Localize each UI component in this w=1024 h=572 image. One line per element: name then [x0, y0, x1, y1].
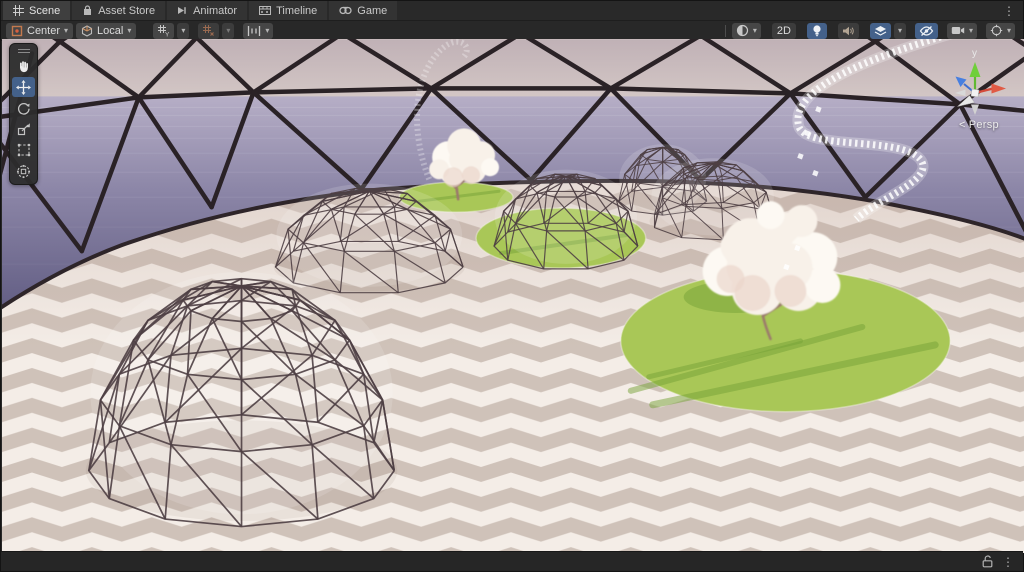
audio-speaker-icon [842, 26, 854, 35]
snap-increment-icon [248, 25, 261, 36]
persp-text: Persp [968, 119, 999, 131]
timeline-icon [259, 6, 272, 15]
gizmos-sphere-icon [990, 24, 1003, 37]
toolbar-separator [724, 24, 726, 37]
overlay-drag-handle[interactable] [10, 46, 37, 55]
move-icon [16, 79, 31, 95]
unlock-icon[interactable] [982, 555, 993, 568]
animator-icon [178, 7, 186, 14]
chevron-down-icon: ▾ [226, 25, 231, 35]
toggle-2d-button[interactable]: 2D [771, 22, 796, 39]
scene-effects-dropdown[interactable]: ▾ [893, 22, 906, 39]
grid-axis-icon: Y [158, 25, 170, 38]
chevron-down-icon: ▾ [897, 25, 902, 35]
effects-layers-icon [874, 25, 887, 36]
axis-negx-cone[interactable] [955, 89, 966, 97]
chevron-down-icon: ▾ [752, 25, 757, 35]
view-hand-tool-button[interactable] [12, 56, 35, 76]
tab-label: Timeline [276, 4, 318, 17]
orientation-gizmo[interactable]: y [932, 45, 1022, 117]
hand-icon [19, 61, 28, 73]
tab-timeline[interactable]: Timeline [249, 1, 328, 20]
axis-y-label: y [972, 48, 977, 59]
tab-label: Asset Store [98, 4, 156, 17]
tab-game[interactable]: Game [329, 1, 398, 20]
chevron-down-icon: ▾ [265, 25, 270, 35]
scene-grid-icon [13, 5, 24, 16]
move-tool-button[interactable] [12, 77, 35, 97]
transform-tool-button[interactable] [12, 161, 35, 181]
axis-y-cone[interactable] [969, 62, 981, 77]
eye-hidden-icon [919, 25, 934, 36]
svg-text:Y: Y [165, 32, 170, 38]
shading-mode-button[interactable]: ▾ [731, 22, 761, 39]
game-icon [339, 6, 352, 15]
chevron-down-icon: ▾ [64, 25, 69, 35]
lightbulb-icon [813, 25, 821, 37]
pivot-mode-button[interactable]: Center ▾ [6, 22, 74, 39]
tab-label: Game [357, 4, 388, 17]
status-strip: ⋮ [1, 551, 1023, 571]
axis-x-cone[interactable] [991, 83, 1007, 94]
chevron-down-icon: ▾ [968, 25, 973, 35]
asset-store-bag-icon [84, 5, 92, 15]
orientation-mode-button[interactable]: Local ▾ [76, 22, 137, 39]
orientation-mode-label: Local [97, 24, 124, 37]
tab-animator[interactable]: Animator [167, 1, 248, 20]
scene-visibility-toggle[interactable] [914, 22, 938, 39]
scene-effects-toggle[interactable] [869, 22, 891, 39]
pivot-mode-label: Center [27, 24, 61, 37]
grid-snap-icon [203, 25, 215, 36]
status-menu-kebab-icon[interactable]: ⋮ [1002, 555, 1014, 569]
local-cube-icon [81, 24, 93, 37]
tab-label: Scene [29, 4, 61, 17]
pivot-center-icon [11, 25, 23, 36]
tab-scene[interactable]: Scene [3, 1, 71, 20]
grid-visibility-dropdown[interactable]: ▾ [177, 22, 190, 39]
rect-tool-button[interactable] [12, 140, 35, 160]
chevron-down-icon: ▾ [181, 25, 186, 35]
grid-snap-button[interactable] [198, 22, 220, 39]
scale-icon [17, 123, 30, 136]
scale-tool-button[interactable] [12, 119, 35, 139]
2d-label: 2D [776, 24, 791, 37]
scene-audio-toggle[interactable] [837, 22, 859, 39]
tab-label: Animator [193, 4, 238, 17]
scene-lighting-toggle[interactable] [806, 22, 827, 39]
gizmo-center-cube[interactable] [970, 88, 980, 98]
shaded-sphere-icon [736, 24, 748, 37]
persp-back-arrow-icon: < [959, 119, 966, 131]
scene-3d-render [2, 39, 1024, 553]
axis-negy-cone[interactable] [971, 104, 979, 116]
gizmos-button[interactable]: ▾ [985, 22, 1015, 39]
unity-editor-window: Scene Asset Store Animator Timeline Game… [0, 0, 1024, 572]
transform-combined-icon [16, 164, 31, 178]
grid-snap-dropdown[interactable]: ▾ [222, 22, 235, 39]
snap-increment-button[interactable]: ▾ [243, 22, 274, 39]
scene-view-toolbar: Center ▾ Local ▾ Y ▾ ▾ ▾ ▾ 2D ▾ ▾ ▾ [1, 21, 1023, 41]
dock-tab-bar: Scene Asset Store Animator Timeline Game… [1, 1, 1023, 21]
tab-bar-menu-kebab-icon[interactable]: ⋮ [999, 1, 1019, 20]
tools-overlay [9, 43, 38, 185]
grid-visibility-button[interactable]: Y [153, 22, 175, 39]
chevron-down-icon: ▾ [127, 25, 132, 35]
scene-camera-button[interactable]: ▾ [946, 22, 977, 39]
rotate-tool-button[interactable] [12, 98, 35, 118]
camera-icon [951, 27, 965, 34]
rotate-icon [17, 102, 30, 115]
rect-tool-icon [17, 143, 30, 157]
tab-asset-store[interactable]: Asset Store [72, 1, 166, 20]
scene-viewport[interactable]: y < Persp [2, 39, 1024, 553]
projection-mode-label[interactable]: < Persp [940, 119, 1018, 131]
chevron-down-icon: ▾ [1006, 25, 1011, 35]
